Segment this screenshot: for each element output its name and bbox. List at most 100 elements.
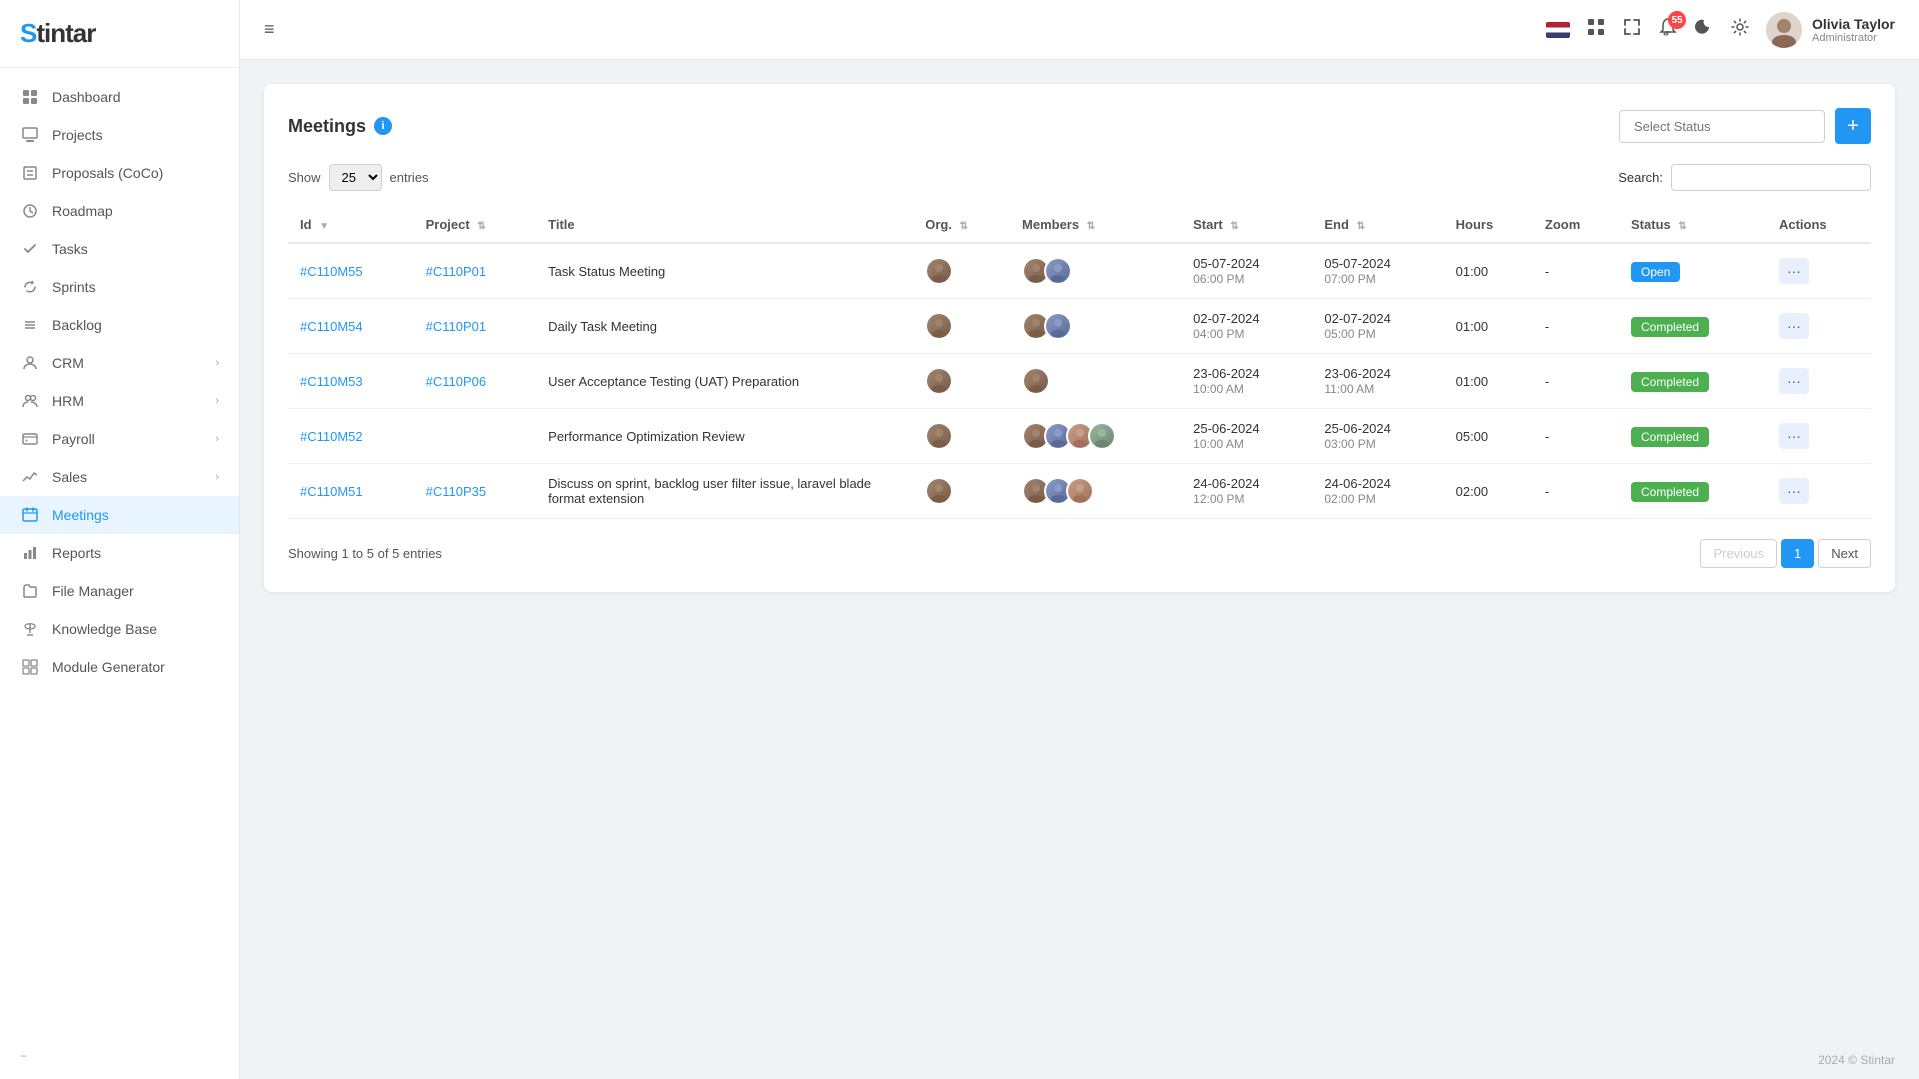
col-end[interactable]: End ⇅ <box>1312 207 1443 243</box>
expand-icon[interactable] <box>1622 17 1642 42</box>
col-id[interactable]: Id ▼ <box>288 207 414 243</box>
settings-icon[interactable] <box>1730 17 1750 42</box>
table-row: #C110M52 Performance Optimization Review <box>288 409 1871 464</box>
sidebar-item-meetings[interactable]: Meetings <box>0 496 239 534</box>
sidebar-item-sales[interactable]: Sales › <box>0 458 239 496</box>
previous-button[interactable]: Previous <box>1700 539 1777 568</box>
row-actions-button[interactable]: ··· <box>1779 313 1809 339</box>
cell-title: Daily Task Meeting <box>536 299 913 354</box>
row-actions-button[interactable]: ··· <box>1779 258 1809 284</box>
sidebar-label-file-manager: File Manager <box>52 583 219 599</box>
dark-mode-toggle[interactable] <box>1694 17 1714 42</box>
cell-members <box>1010 409 1181 464</box>
col-project[interactable]: Project ⇅ <box>414 207 537 243</box>
cell-status: Open <box>1619 243 1767 299</box>
meeting-id-link[interactable]: #C110M52 <box>300 429 363 444</box>
sidebar-item-file-manager[interactable]: File Manager <box>0 572 239 610</box>
sidebar-item-crm[interactable]: CRM › <box>0 344 239 382</box>
page-1-button[interactable]: 1 <box>1781 539 1814 568</box>
status-badge: Open <box>1631 262 1680 282</box>
language-flag[interactable] <box>1546 22 1570 38</box>
avatar <box>925 477 953 505</box>
sidebar-label-backlog: Backlog <box>52 317 219 333</box>
sidebar-label-knowledge-base: Knowledge Base <box>52 621 219 637</box>
cell-status: Completed <box>1619 409 1767 464</box>
cell-title: Discuss on sprint, backlog user filter i… <box>536 464 913 519</box>
sidebar-item-tasks[interactable]: Tasks <box>0 230 239 268</box>
next-button[interactable]: Next <box>1818 539 1871 568</box>
meeting-id-link[interactable]: #C110M54 <box>300 319 363 334</box>
cell-start: 24-06-202412:00 PM <box>1181 464 1312 519</box>
cell-status: Completed <box>1619 354 1767 409</box>
project-link[interactable]: #C110P01 <box>426 264 486 279</box>
project-link[interactable]: #C110P35 <box>426 484 486 499</box>
cell-title: User Acceptance Testing (UAT) Preparatio… <box>536 354 913 409</box>
sidebar-item-dashboard[interactable]: Dashboard <box>0 78 239 116</box>
sidebar-label-proposals: Proposals (CoCo) <box>52 165 219 181</box>
sidebar-item-proposals[interactable]: Proposals (CoCo) <box>0 154 239 192</box>
sidebar-label-crm: CRM <box>52 355 215 371</box>
cell-org <box>913 464 1010 519</box>
cell-hours: 01:00 <box>1444 354 1533 409</box>
search-input[interactable] <box>1671 164 1871 191</box>
sidebar-nav: Dashboard Projects Proposals (CoCo) Road… <box>0 68 239 1033</box>
hamburger-button[interactable]: ≡ <box>264 19 275 40</box>
sidebar-label-projects: Projects <box>52 127 219 143</box>
info-icon[interactable]: i <box>374 117 392 135</box>
col-members[interactable]: Members ⇅ <box>1010 207 1181 243</box>
project-link[interactable]: #C110P01 <box>426 319 486 334</box>
sidebar-item-sprints[interactable]: Sprints <box>0 268 239 306</box>
meeting-id-link[interactable]: #C110M51 <box>300 484 363 499</box>
row-actions-button[interactable]: ··· <box>1779 368 1809 394</box>
topbar: ≡ 55 <box>240 0 1919 60</box>
sidebar-item-projects[interactable]: Projects <box>0 116 239 154</box>
col-actions: Actions <box>1767 207 1871 243</box>
table-row: #C110M53 #C110P06 User Acceptance Testin… <box>288 354 1871 409</box>
add-meeting-button[interactable]: + <box>1835 108 1871 144</box>
user-menu[interactable]: Olivia Taylor Administrator <box>1766 12 1895 48</box>
app-logo[interactable]: Stintar <box>20 18 95 49</box>
projects-icon <box>20 127 40 143</box>
cell-end: 02-07-202405:00 PM <box>1312 299 1443 354</box>
avatar <box>1066 477 1094 505</box>
status-filter[interactable] <box>1619 110 1825 143</box>
cell-start: 25-06-202410:00 AM <box>1181 409 1312 464</box>
sidebar-label-reports: Reports <box>52 545 219 561</box>
sidebar-item-backlog[interactable]: Backlog <box>0 306 239 344</box>
sidebar-item-payroll[interactable]: Payroll › <box>0 420 239 458</box>
apps-icon[interactable] <box>1586 17 1606 42</box>
project-link[interactable]: #C110P06 <box>426 374 486 389</box>
show-label: Show <box>288 170 321 185</box>
cell-actions: ··· <box>1767 354 1871 409</box>
row-actions-button[interactable]: ··· <box>1779 478 1809 504</box>
sidebar-item-roadmap[interactable]: Roadmap <box>0 192 239 230</box>
meeting-id-link[interactable]: #C110M55 <box>300 264 363 279</box>
logo-area: Stintar <box>0 0 239 68</box>
cell-hours: 01:00 <box>1444 299 1533 354</box>
sidebar-item-hrm[interactable]: HRM › <box>0 382 239 420</box>
avatar <box>1044 312 1072 340</box>
col-org[interactable]: Org. ⇅ <box>913 207 1010 243</box>
knowledge-base-icon <box>20 621 40 637</box>
cell-start: 02-07-202404:00 PM <box>1181 299 1312 354</box>
sidebar-item-knowledge-base[interactable]: Knowledge Base <box>0 610 239 648</box>
col-start[interactable]: Start ⇅ <box>1181 207 1312 243</box>
cell-zoom: - <box>1533 243 1619 299</box>
show-entries-area: Show 25 10 50 entries <box>288 164 429 191</box>
crm-chevron: › <box>215 357 219 369</box>
notifications-button[interactable]: 55 <box>1658 17 1678 42</box>
cell-actions: ··· <box>1767 243 1871 299</box>
sidebar-label-payroll: Payroll <box>52 431 215 447</box>
meeting-id-link[interactable]: #C110M53 <box>300 374 363 389</box>
cell-project: #C110P35 <box>414 464 537 519</box>
sidebar-item-reports[interactable]: Reports <box>0 534 239 572</box>
entries-select[interactable]: 25 10 50 <box>329 164 382 191</box>
avatar <box>1022 367 1050 395</box>
col-status[interactable]: Status ⇅ <box>1619 207 1767 243</box>
cell-end: 25-06-202403:00 PM <box>1312 409 1443 464</box>
entries-label: entries <box>390 170 429 185</box>
sidebar-item-module-generator[interactable]: Module Generator <box>0 648 239 686</box>
sidebar: Stintar Dashboard Projects Proposals (Co… <box>0 0 240 1079</box>
row-actions-button[interactable]: ··· <box>1779 423 1809 449</box>
pagination-area: Showing 1 to 5 of 5 entries Previous 1 N… <box>288 539 1871 568</box>
